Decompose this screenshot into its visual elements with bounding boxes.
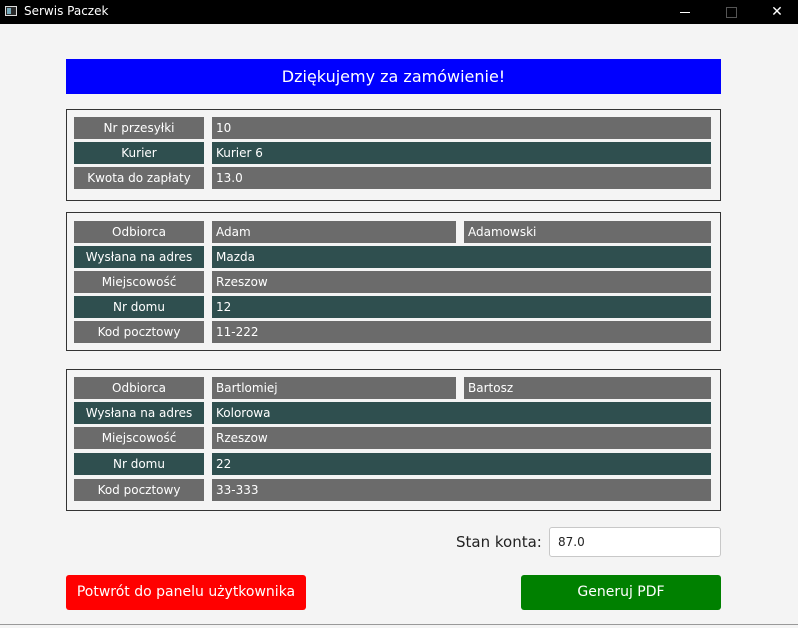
recipient-label: Odbiorca bbox=[74, 377, 204, 399]
street-label: Wysłana na adres bbox=[74, 402, 204, 424]
house-number-value: 22 bbox=[212, 453, 711, 475]
house-number-value: 12 bbox=[212, 296, 711, 318]
recipient-first-name: Bartlomiej bbox=[212, 377, 456, 399]
window-bottom-border bbox=[0, 624, 798, 625]
postal-code-value: 11-222 bbox=[212, 321, 711, 343]
amount-label: Kwota do zapłaty bbox=[74, 167, 204, 189]
recipient-panel-1: Odbiorca Adam Adamowski Wysłana na adres… bbox=[66, 212, 721, 351]
recipient-last-name: Bartosz bbox=[464, 377, 711, 399]
courier-value: Kurier 6 bbox=[212, 142, 711, 164]
maximize-icon bbox=[725, 6, 737, 18]
balance-field[interactable]: 87.0 bbox=[549, 527, 721, 557]
postal-code-label: Kod pocztowy bbox=[74, 479, 204, 501]
recipient-first-name: Adam bbox=[212, 221, 456, 243]
recipient-panel-2: Odbiorca Bartlomiej Bartosz Wysłana na a… bbox=[66, 369, 721, 511]
thank-you-banner: Dziękujemy za zamówienie! bbox=[66, 59, 721, 94]
amount-value: 13.0 bbox=[212, 167, 711, 189]
city-value: Rzeszow bbox=[212, 427, 711, 449]
close-icon: ✕ bbox=[771, 4, 783, 20]
app-icon bbox=[5, 6, 17, 16]
city-label: Miejscowość bbox=[74, 271, 204, 293]
street-value: Kolorowa bbox=[212, 402, 711, 424]
order-summary-panel: Nr przesyłki 10 Kurier Kurier 6 Kwota do… bbox=[66, 109, 721, 201]
minimize-button[interactable] bbox=[662, 0, 708, 24]
city-label: Miejscowość bbox=[74, 427, 204, 449]
house-number-label: Nr domu bbox=[74, 296, 204, 318]
window-titlebar: Serwis Paczek ✕ bbox=[0, 0, 798, 24]
order-number-label: Nr przesyłki bbox=[74, 117, 204, 139]
minimize-icon bbox=[680, 11, 690, 13]
window-title: Serwis Paczek bbox=[24, 4, 109, 18]
house-number-label: Nr domu bbox=[74, 453, 204, 475]
maximize-button[interactable] bbox=[708, 0, 754, 24]
postal-code-label: Kod pocztowy bbox=[74, 321, 204, 343]
street-value: Mazda bbox=[212, 246, 711, 268]
city-value: Rzeszow bbox=[212, 271, 711, 293]
street-label: Wysłana na adres bbox=[74, 246, 204, 268]
generate-pdf-button[interactable]: Generuj PDF bbox=[521, 575, 721, 610]
postal-code-value: 33-333 bbox=[212, 479, 711, 501]
recipient-label: Odbiorca bbox=[74, 221, 204, 243]
close-button[interactable]: ✕ bbox=[754, 0, 798, 24]
balance-label: Stan konta: bbox=[456, 533, 542, 551]
order-number-value: 10 bbox=[212, 117, 711, 139]
back-to-user-panel-button[interactable]: Potwrót do panelu użytkownika bbox=[66, 575, 306, 610]
recipient-last-name: Adamowski bbox=[464, 221, 711, 243]
courier-label: Kurier bbox=[74, 142, 204, 164]
